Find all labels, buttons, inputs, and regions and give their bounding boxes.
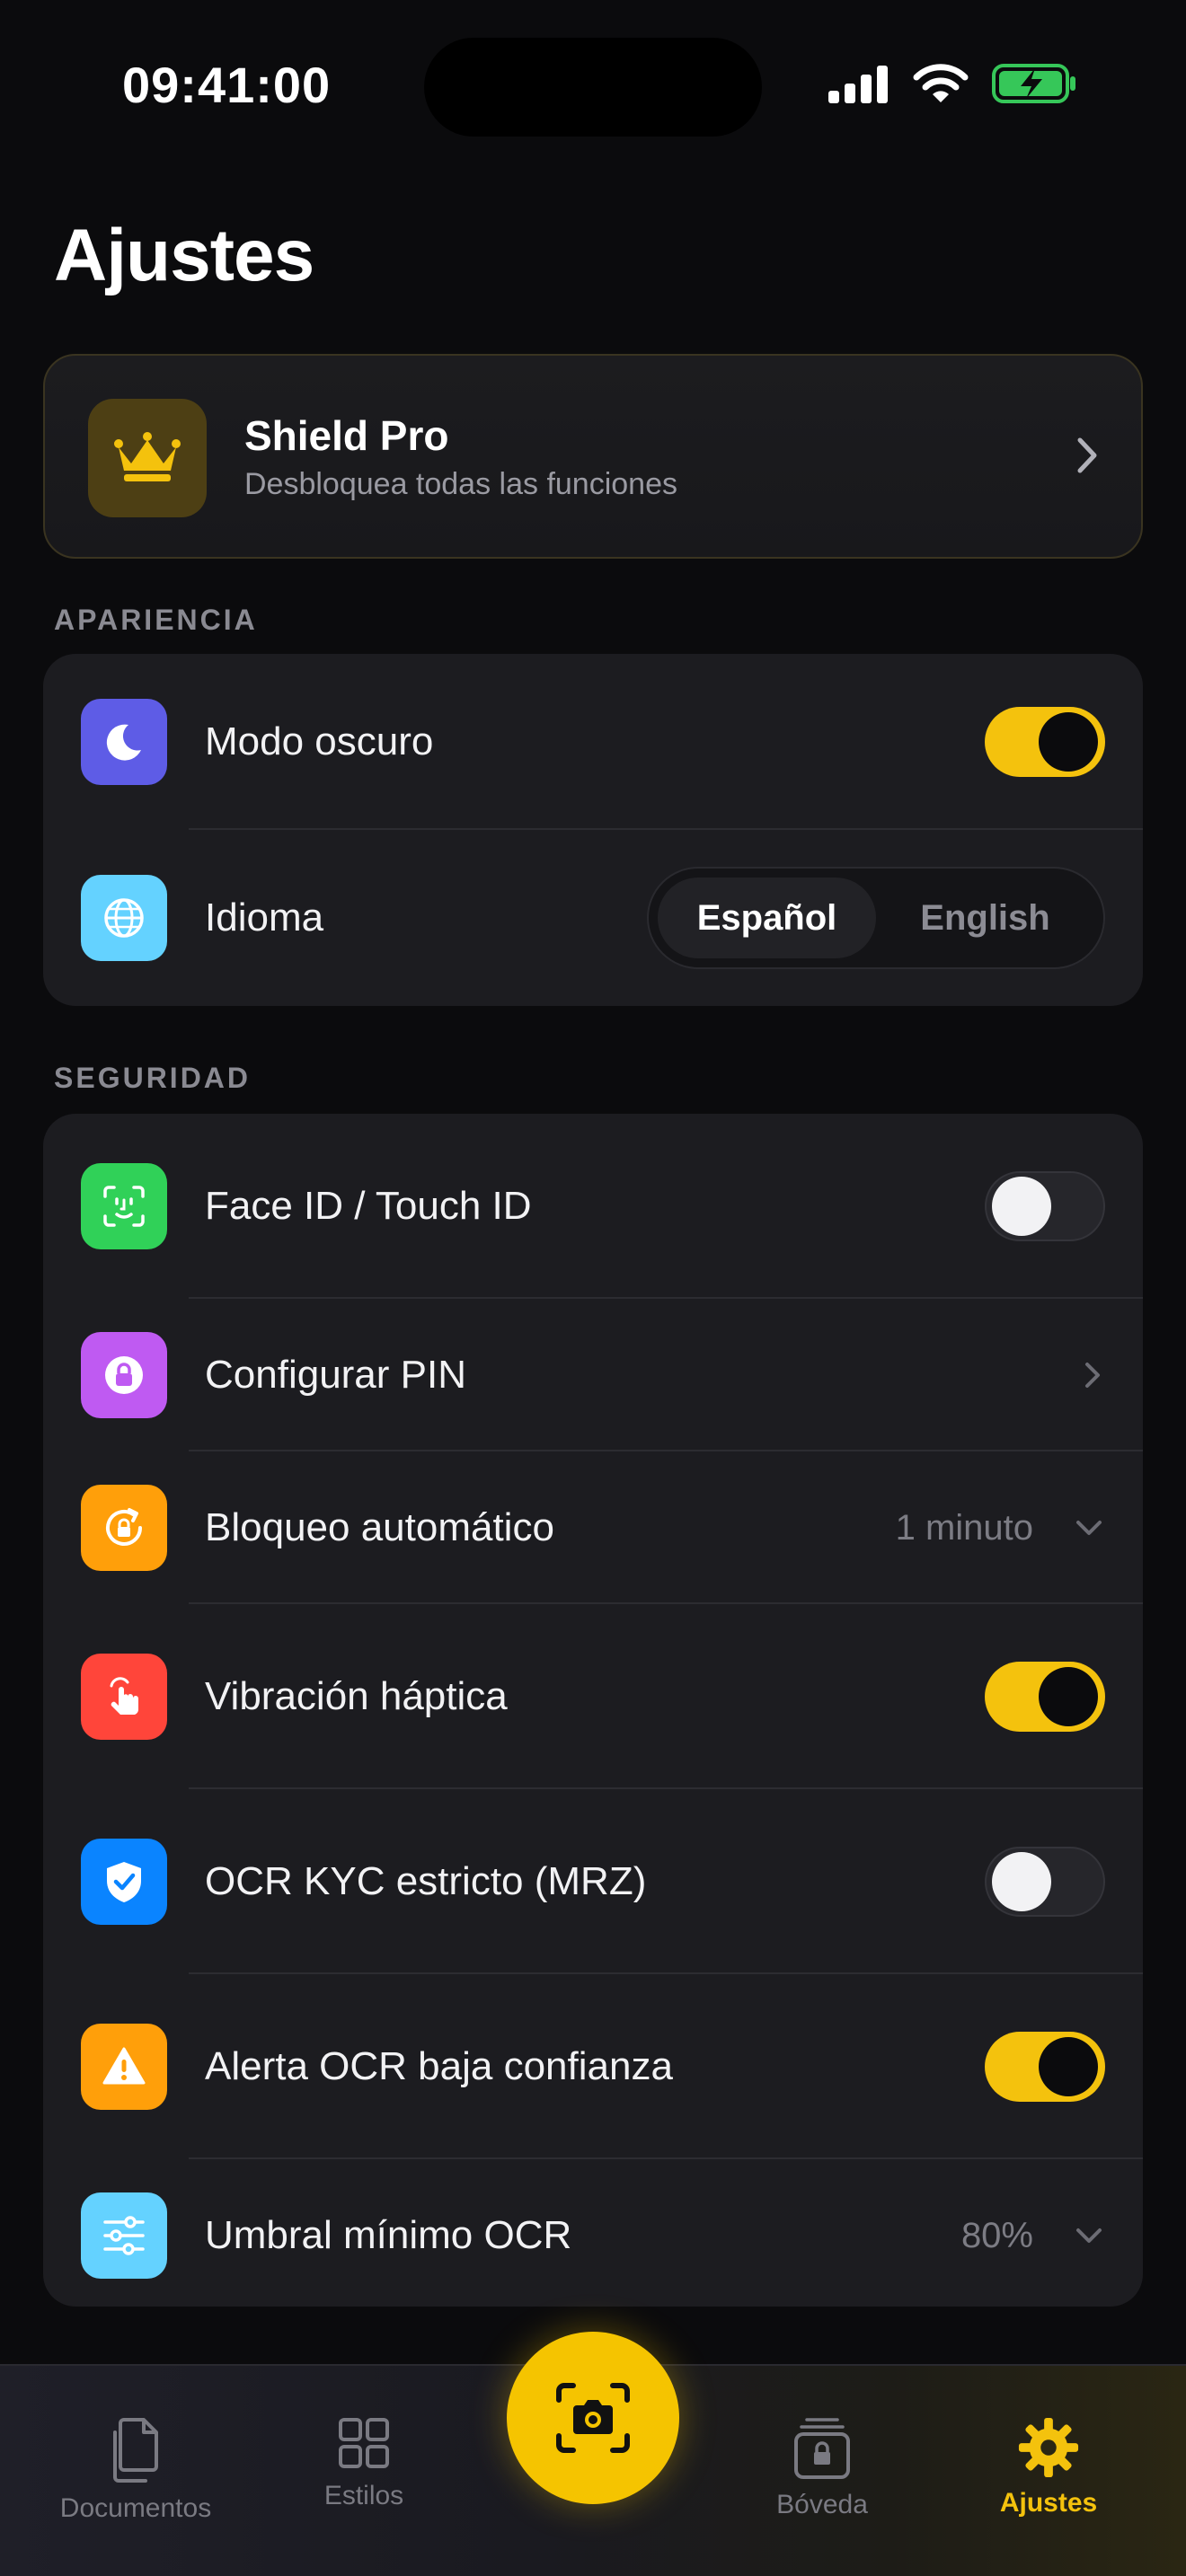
language-segmented-control: Español English (647, 867, 1105, 969)
face-id-icon (103, 1186, 145, 1227)
gear-icon (1018, 2417, 1079, 2478)
haptics-label: Vibración háptica (205, 1674, 508, 1718)
ocr-alert-label: Alerta OCR baja confianza (205, 2044, 673, 2088)
auto-lock-label: Bloqueo automático (205, 1505, 554, 1549)
dark-mode-label: Modo oscuro (205, 719, 434, 763)
ocr-threshold-value: 80% (960, 2215, 1033, 2255)
chevron-down-icon (1076, 2228, 1102, 2243)
haptics-toggle[interactable] (985, 1662, 1105, 1732)
sliders-icon (103, 2216, 145, 2255)
appearance-group: Modo oscuro Idioma Español English (43, 654, 1143, 1006)
camera-scan-icon (556, 2383, 630, 2453)
haptics-icon-tile (81, 1654, 167, 1740)
ocr-threshold-icon-tile (81, 2192, 167, 2279)
ocr-kyc-toggle[interactable] (985, 1847, 1105, 1917)
grid-icon (339, 2418, 389, 2468)
documents-icon (113, 2418, 158, 2483)
dark-mode-toggle[interactable] (985, 707, 1105, 777)
language-option-english[interactable]: English (876, 878, 1094, 958)
moon-icon (106, 724, 141, 761)
ocr-kyc-icon-tile (81, 1839, 167, 1925)
tab-vault[interactable]: Bóveda (755, 2416, 890, 2520)
shield-check-icon (107, 1862, 141, 1902)
tap-hand-icon (110, 1677, 139, 1715)
battery-charging-icon (992, 64, 1075, 103)
chevron-right-icon (1085, 1363, 1100, 1388)
language-label: Idioma (205, 895, 324, 940)
tab-styles-label: Estilos (323, 2481, 404, 2510)
row-ocr-kyc: OCR KYC estricto (MRZ) (43, 1789, 1143, 1974)
face-id-toggle[interactable] (985, 1171, 1105, 1241)
tab-documents-label: Documentos (59, 2493, 212, 2523)
toggle-knob (992, 1852, 1051, 1911)
toggle-knob (1039, 1667, 1098, 1726)
row-language: Idioma Español English (43, 830, 1143, 1006)
toggle-knob (1039, 2037, 1098, 2096)
row-face-id: Face ID / Touch ID (43, 1114, 1143, 1299)
globe-icon (104, 898, 144, 938)
ocr-alert-toggle[interactable] (985, 2032, 1105, 2102)
row-ocr-alert: Alerta OCR baja confianza (43, 1974, 1143, 2159)
scan-camera-button[interactable] (507, 2332, 679, 2504)
wifi-icon (913, 64, 969, 102)
pro-title: Shield Pro (244, 412, 449, 459)
pro-subtitle: Desbloquea todas las funciones (244, 467, 677, 501)
lock-icon (105, 1356, 143, 1394)
vault-lock-icon (794, 2418, 850, 2479)
status-icons (828, 63, 1078, 104)
pro-icon-tile (88, 399, 207, 517)
page-title: Ajustes (54, 215, 314, 296)
dynamic-island (424, 38, 762, 137)
tab-documents[interactable]: Documentos (52, 2416, 219, 2524)
configure-pin-label: Configurar PIN (205, 1353, 467, 1397)
cellular-signal-icon (828, 66, 888, 103)
face-id-label: Face ID / Touch ID (205, 1184, 532, 1228)
status-time: 09:41:00 (122, 57, 332, 113)
pin-icon-tile (81, 1332, 167, 1418)
section-header-appearance: APARIENCIA (54, 604, 258, 636)
warning-icon (102, 2047, 146, 2085)
row-ocr-threshold[interactable]: Umbral mínimo OCR 80% (43, 2159, 1143, 2307)
toggle-knob (1039, 712, 1098, 772)
language-icon-tile (81, 875, 167, 961)
tab-styles[interactable]: Estilos (296, 2416, 431, 2511)
auto-lock-icon (106, 1508, 142, 1546)
shield-pro-card[interactable]: Shield Pro Desbloquea todas las funcione… (43, 354, 1143, 559)
toggle-knob (992, 1177, 1051, 1236)
face-id-icon-tile (81, 1163, 167, 1249)
tab-settings[interactable]: Ajustes (981, 2416, 1116, 2519)
security-group: Face ID / Touch ID Configurar PIN Bloque… (43, 1114, 1143, 2307)
tab-settings-label: Ajustes (999, 2488, 1098, 2518)
auto-lock-icon-tile (81, 1485, 167, 1571)
row-haptics: Vibración háptica (43, 1604, 1143, 1789)
ocr-alert-icon-tile (81, 2024, 167, 2110)
chevron-right-icon (1077, 437, 1097, 473)
ocr-kyc-label: OCR KYC estricto (MRZ) (205, 1859, 647, 1903)
language-option-spanish[interactable]: Español (658, 878, 876, 958)
auto-lock-value: 1 minuto (895, 1507, 1033, 1548)
section-header-security: SEGURIDAD (54, 1062, 252, 1094)
status-bar: 09:41:00 (0, 0, 1186, 180)
tab-vault-label: Bóveda (776, 2490, 868, 2519)
crown-icon (114, 432, 181, 481)
chevron-down-icon (1076, 1521, 1102, 1535)
row-dark-mode: Modo oscuro (43, 654, 1143, 830)
row-auto-lock[interactable]: Bloqueo automático 1 minuto (43, 1451, 1143, 1604)
row-configure-pin[interactable]: Configurar PIN (43, 1299, 1143, 1451)
dark-mode-icon-tile (81, 699, 167, 785)
ocr-threshold-label: Umbral mínimo OCR (205, 2213, 572, 2257)
